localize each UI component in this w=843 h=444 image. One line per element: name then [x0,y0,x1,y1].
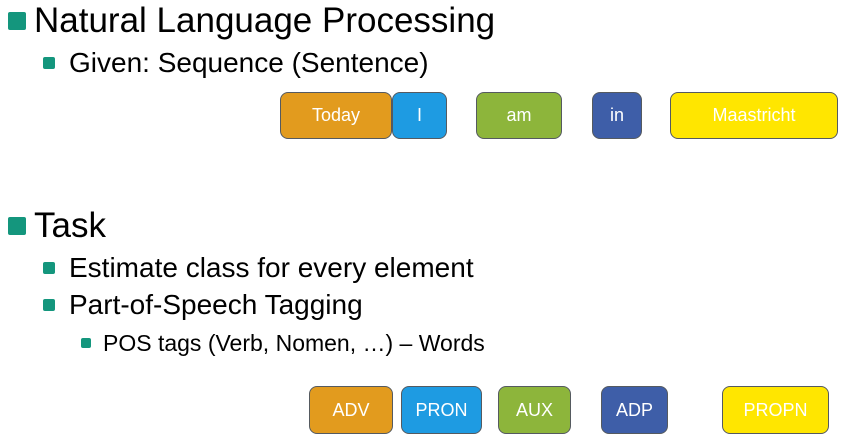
bullet-square-icon [8,217,26,235]
bullet-square-icon [43,299,55,311]
tag-chip-propn: PROPN [722,386,829,434]
word-chip-today: Today [280,92,392,139]
bullet-task: Task [8,205,106,247]
pos-tags-text: POS tags (Verb, Nomen, …) – Words [103,329,485,356]
tag-chip-pron: PRON [401,386,482,434]
word-chip-i: I [392,92,447,139]
word-chip-label: I [416,105,422,125]
tag-chip-label: AUX [515,399,553,420]
bullet-pos-tags: POS tags (Verb, Nomen, …) – Words [81,328,485,358]
given-sequence-text: Given: Sequence (Sentence) [69,47,429,78]
word-chip-in: in [592,92,642,139]
bullet-square-icon [81,338,91,348]
tag-chip-adp: ADP [601,386,668,434]
task-item-text: Estimate class for every element [69,252,474,283]
tag-chip-label: ADV [332,399,370,420]
word-chip-maastricht: Maastricht [670,92,838,139]
heading-task: Task [34,206,106,245]
tag-chip-label: PROPN [743,399,808,420]
bullet-pos-tagging: Part-of-Speech Tagging [43,287,363,323]
tag-chip-label: PRON [415,399,468,420]
tag-chip-aux: AUX [498,386,571,434]
bullet-square-icon [43,262,55,274]
word-chip-label: Today [311,105,361,125]
word-chip-label: Maastricht [712,105,796,125]
word-chip-label: in [609,105,624,125]
bullet-given-sequence: Given: Sequence (Sentence) [43,45,429,81]
bullet-natural-language-processing: Natural Language Processing [8,0,495,42]
tag-chip-label: ADP [615,399,653,420]
heading-nlp: Natural Language Processing [34,1,496,40]
bullet-estimate-class: Estimate class for every element [43,250,474,286]
word-chip-label: am [506,105,532,125]
task-item-text: Part-of-Speech Tagging [69,289,363,320]
tag-chip-adv: ADV [309,386,393,434]
word-chip-am: am [476,92,562,139]
bullet-square-icon [43,57,55,69]
bullet-square-icon [8,12,26,30]
